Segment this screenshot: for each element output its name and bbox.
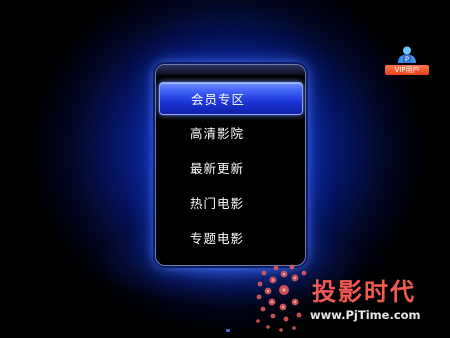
page-indicator-dot [226,329,230,332]
user-icon-letter: P [405,55,409,63]
vip-user-badge: P VIP用户 [384,46,430,76]
panel-top-bar [156,65,305,75]
tv-screen: 会员专区 高清影院 最新更新 热门电影 专题电影 P VIP用户 投影时代 ww… [0,0,450,338]
menu-item-latest-updates[interactable]: 最新更新 [156,152,305,185]
user-icon: P [398,46,416,63]
main-menu-panel: 会员专区 高清影院 最新更新 热门电影 专题电影 [155,64,306,266]
menu-item-hd-cinema[interactable]: 高清影院 [156,117,305,150]
menu-item-member-zone[interactable]: 会员专区 [159,82,303,115]
pjtime-logo-icon [256,264,307,332]
menu-item-popular-movies[interactable]: 热门电影 [156,187,305,220]
menu-item-featured-movies[interactable]: 专题电影 [156,222,305,255]
watermark-brand-name: 投影时代 [312,278,416,306]
pjtime-watermark: 投影时代 www.PjTime.com [256,264,446,334]
watermark-url: www.PjTime.com [310,308,421,322]
vip-user-label: VIP用户 [385,65,429,75]
